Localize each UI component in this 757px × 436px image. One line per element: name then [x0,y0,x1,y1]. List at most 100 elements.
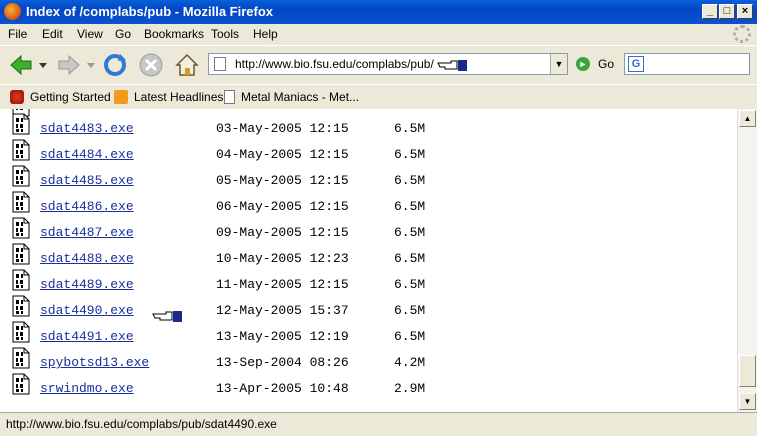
table-row: sdat4484.exe 04-May-2005 12:15 6.5M [0,139,737,165]
file-size: 6.5M [394,121,426,136]
file-link[interactable]: sdat4483.exe [40,121,134,136]
menu-tools[interactable]: Tools [211,27,239,41]
menu-help[interactable]: Help [253,27,278,41]
close-button[interactable]: × [737,4,753,19]
binary-file-icon [12,295,30,317]
table-row: srwindmo.exe 13-Apr-2005 10:48 2.9M [0,373,737,399]
forward-dropdown-icon[interactable] [87,61,95,69]
minimize-button[interactable]: _ [702,4,718,19]
binary-file-icon [12,269,30,291]
file-size: 6.5M [394,147,426,162]
binary-file-icon [12,373,30,395]
menu-edit[interactable]: Edit [42,27,63,41]
menu-file[interactable]: File [8,27,27,41]
file-date: 06-May-2005 12:15 [216,199,349,214]
scroll-down-button[interactable]: ▼ [739,393,756,410]
url-bar[interactable]: http://www.bio.fsu.edu/complabs/pub/ ▼ [208,53,568,75]
hand-cursor-icon [437,60,467,71]
file-date: 13-Sep-2004 08:26 [216,355,349,370]
firefox-icon [4,3,21,20]
file-size: 6.5M [394,173,426,188]
stop-icon[interactable] [138,52,164,78]
bookmark-metal-maniacs[interactable]: Metal Maniacs - Met... [224,90,359,104]
throbber-icon [733,25,751,43]
file-link[interactable]: sdat4489.exe [40,277,134,292]
back-dropdown-icon[interactable] [39,61,47,69]
file-date: 13-Apr-2005 10:48 [216,381,349,396]
table-row: spybotsd13.exe 13-Sep-2004 08:26 4.2M [0,347,737,373]
vertical-scrollbar[interactable]: ▲ ▼ [737,109,757,412]
scroll-thumb[interactable] [739,355,756,387]
binary-file-icon [12,243,30,265]
menu-go[interactable]: Go [115,27,131,41]
window-title: Index of /complabs/pub - Mozilla Firefox [26,4,274,19]
bookmark-label: Latest Headlines [134,90,224,104]
file-size: 6.5M [394,225,426,240]
binary-file-icon [12,113,30,135]
bookmark-latest-headlines[interactable]: Latest Headlines [114,90,223,104]
file-link[interactable]: sdat4485.exe [40,173,134,188]
file-size: 6.5M [394,329,426,344]
search-box[interactable]: G [624,53,750,75]
table-row: sdat4485.exe 05-May-2005 12:15 6.5M [0,165,737,191]
table-row: sdat4483.exe 03-May-2005 12:15 6.5M [0,113,737,139]
file-link[interactable]: sdat4488.exe [40,251,134,266]
file-date: 05-May-2005 12:15 [216,173,349,188]
bookmark-label: Getting Started [30,90,111,104]
bookmark-label: Metal Maniacs - Met... [241,90,360,104]
firefox-bookmark-icon [10,90,24,104]
file-date: 09-May-2005 12:15 [216,225,349,240]
forward-arrow-icon[interactable] [56,52,82,78]
google-icon[interactable]: G [628,56,644,72]
menu-bookmarks[interactable]: Bookmarks [144,27,204,41]
file-date: 12-May-2005 15:37 [216,303,349,318]
binary-file-icon [12,347,30,369]
binary-file-icon [12,165,30,187]
maximize-button[interactable]: □ [719,4,735,19]
page-content: sdat4483.exe 03-May-2005 12:15 6.5M sdat448… [0,109,737,412]
file-link[interactable]: sdat4491.exe [40,329,134,344]
title-bar: Index of /complabs/pub - Mozilla Firefox… [0,0,757,24]
file-date: 10-May-2005 12:23 [216,251,349,266]
table-row: sdat4490.exe 12-May-2005 15:37 6.5M [0,295,737,321]
url-dropdown-icon[interactable]: ▼ [550,54,567,74]
table-row: sdat4489.exe 11-May-2005 12:15 6.5M [0,269,737,295]
page-icon [214,57,226,71]
binary-file-icon [12,191,30,213]
status-bar: http://www.bio.fsu.edu/complabs/pub/sdat… [0,412,757,436]
go-arrow-icon: ► [576,57,590,71]
file-date: 04-May-2005 12:15 [216,147,349,162]
file-link[interactable]: spybotsd13.exe [40,355,149,370]
table-row: sdat4487.exe 09-May-2005 12:15 6.5M [0,217,737,243]
go-label: Go [598,57,615,71]
file-size: 6.5M [394,277,426,292]
file-size: 6.5M [394,303,426,318]
back-arrow-icon[interactable] [8,52,34,78]
binary-file-icon [12,139,30,161]
status-text: http://www.bio.fsu.edu/complabs/pub/sdat… [6,417,277,431]
table-row: sdat4491.exe 13-May-2005 12:19 6.5M [0,321,737,347]
file-link[interactable]: sdat4484.exe [40,147,134,162]
file-link[interactable]: sdat4486.exe [40,199,134,214]
file-size: 4.2M [394,355,426,370]
file-size: 6.5M [394,199,426,214]
file-size: 6.5M [394,251,426,266]
reload-icon[interactable] [102,52,128,78]
hand-cursor-icon [152,311,182,322]
home-icon[interactable] [174,52,200,78]
bookmark-getting-started[interactable]: Getting Started [10,90,111,104]
menu-view[interactable]: View [77,27,103,41]
table-row: sdat4486.exe 06-May-2005 12:15 6.5M [0,191,737,217]
binary-file-icon [12,217,30,239]
file-size: 2.9M [394,381,426,396]
url-text[interactable]: http://www.bio.fsu.edu/complabs/pub/ [235,57,434,71]
menu-bar: File Edit View Go Bookmarks Tools Help [0,24,757,44]
scroll-up-button[interactable]: ▲ [739,110,756,127]
file-date: 03-May-2005 12:15 [216,121,349,136]
file-link[interactable]: srwindmo.exe [40,381,134,396]
file-link[interactable]: sdat4490.exe [40,303,134,318]
table-row: sdat4488.exe 10-May-2005 12:23 6.5M [0,243,737,269]
file-date: 11-May-2005 12:15 [216,277,349,292]
file-link[interactable]: sdat4487.exe [40,225,134,240]
binary-file-icon [12,321,30,343]
